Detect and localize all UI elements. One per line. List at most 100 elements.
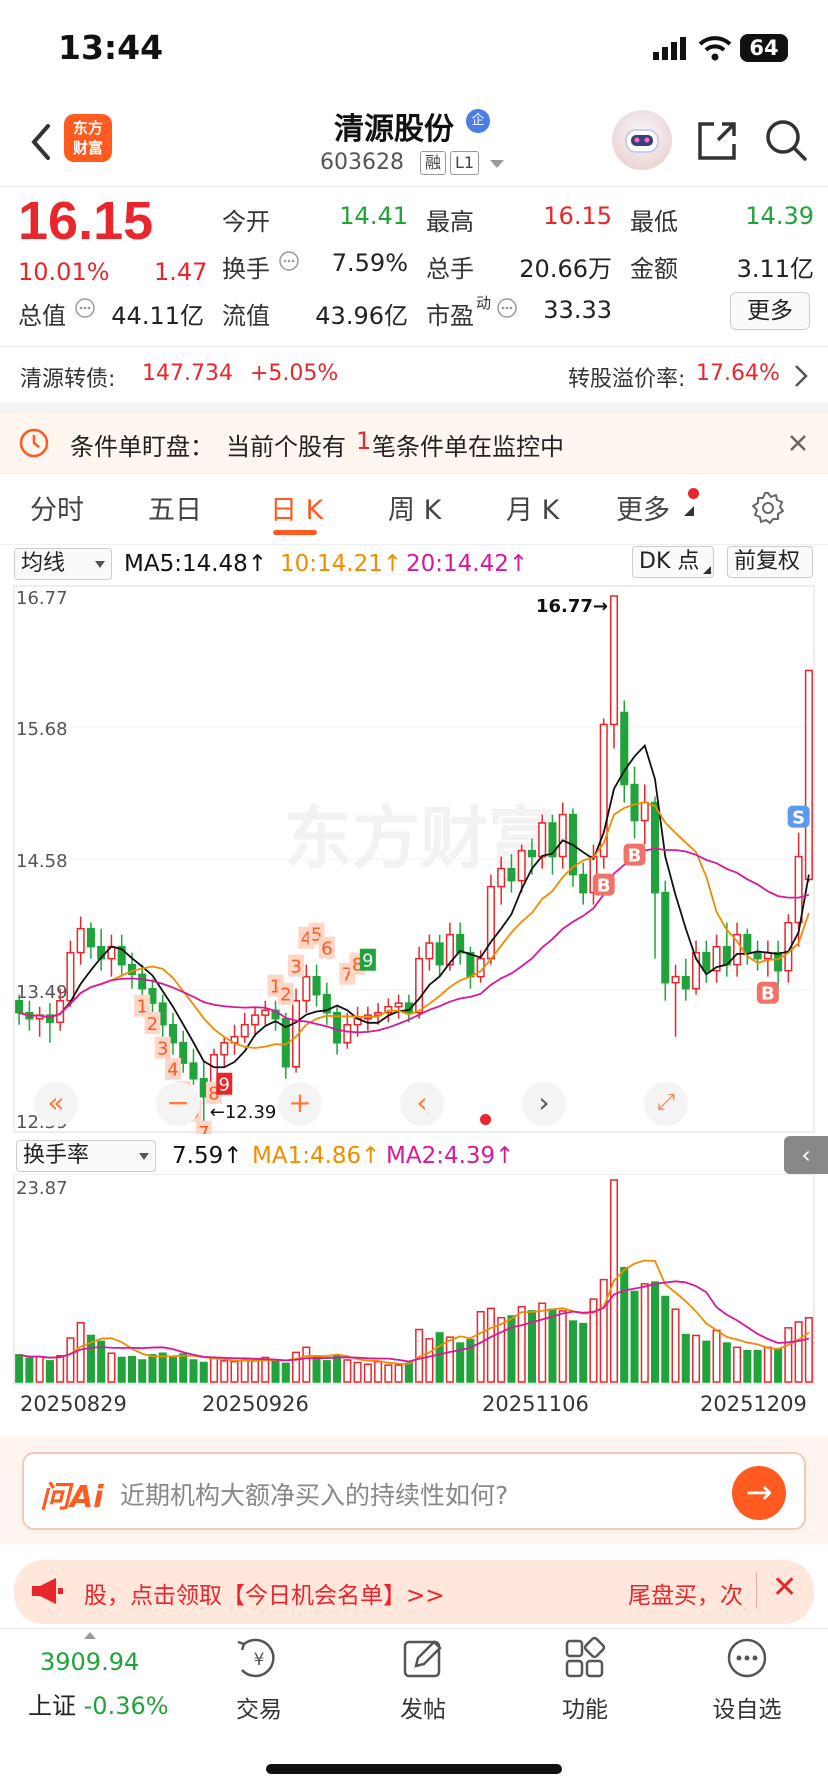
chevron-right-icon — [795, 365, 808, 387]
nav-functions[interactable]: 功能 — [530, 1636, 640, 1724]
candle-body — [774, 951, 783, 972]
candle-body — [609, 595, 619, 726]
tab-weekly-k[interactable]: 周 K — [388, 488, 441, 527]
turnover-bar — [394, 1364, 403, 1383]
turnover-bar — [353, 1361, 362, 1383]
candle-body — [630, 783, 639, 822]
cb-pct: +5.05% — [250, 361, 339, 386]
adjust-price-button[interactable]: 前复权 — [727, 546, 813, 578]
turnover-chart[interactable]: 23.87 — [0, 1174, 828, 1390]
turnover-bar — [404, 1362, 413, 1383]
dropdown-caret-icon[interactable] — [490, 160, 504, 168]
zoom-out-icon[interactable]: − — [156, 1082, 200, 1126]
nav-watchlist[interactable]: 设自选 — [692, 1636, 802, 1724]
promo-text[interactable]: 股，点击领取【今日机会名单】>> — [84, 1576, 445, 1610]
high-label: 最高 — [426, 208, 474, 236]
candle-body — [753, 951, 762, 960]
expand-icon[interactable]: ⤢ — [644, 1082, 688, 1126]
change-amount: 1.47 — [154, 258, 208, 286]
turnover-bar — [630, 1290, 639, 1383]
candle-body — [261, 1009, 270, 1016]
turnover-bar — [384, 1364, 393, 1383]
high-price-marker: 16.77→ — [536, 596, 608, 617]
more-button[interactable]: 更多 — [730, 292, 810, 330]
turnover-bar — [753, 1349, 762, 1383]
app-logo: 东方 财富 — [64, 114, 112, 162]
indicator-select[interactable]: 均线 — [14, 548, 112, 580]
index-value[interactable]: 3909.94 — [40, 1648, 139, 1676]
dropdown-caret-icon — [139, 1153, 149, 1160]
watermark: 东方财富 — [284, 800, 556, 879]
index-name[interactable]: 上证 -0.36% — [28, 1686, 169, 1721]
status-time: 13:44 — [58, 28, 164, 67]
zoom-in-icon[interactable]: + — [278, 1082, 322, 1126]
ai-question[interactable]: 近期机构大额净买入的持续性如何? — [120, 1476, 508, 1512]
previous-icon[interactable]: ‹ — [400, 1082, 444, 1126]
turnover-bar — [168, 1355, 178, 1383]
info-dots-icon[interactable] — [74, 297, 96, 319]
tab-five-day[interactable]: 五日 — [148, 488, 202, 527]
candle-body — [743, 933, 752, 954]
cb-premium-label: 转股溢价率: — [568, 367, 686, 392]
expand-caret-icon[interactable] — [84, 1632, 96, 1639]
candle-body — [435, 942, 444, 966]
candle-body — [138, 973, 147, 990]
current-dot — [480, 1114, 491, 1125]
settings-gear-icon[interactable] — [750, 490, 786, 526]
search-icon[interactable] — [762, 116, 810, 164]
y-axis-label: 14.58 — [16, 851, 68, 872]
back-chevron-icon[interactable] — [22, 118, 62, 166]
volume-value: 20.66万 — [519, 255, 612, 283]
candle-body — [661, 891, 670, 984]
turnover-bar — [333, 1355, 342, 1383]
collapse-panel-icon[interactable]: ‹ — [784, 1136, 828, 1174]
turnover-bar — [692, 1334, 701, 1383]
corner-triangle-icon — [684, 506, 694, 516]
turnover-bar — [25, 1357, 34, 1383]
arrow-right-icon[interactable]: → — [732, 1466, 786, 1520]
candle-body — [220, 1041, 229, 1056]
enterprise-badge: 企 — [466, 109, 490, 133]
turnover-bar — [743, 1349, 752, 1383]
next-icon[interactable]: › — [522, 1082, 566, 1126]
sub-indicator-select[interactable]: 换手率 — [16, 1140, 156, 1172]
period-tabs: 分时 五日 日 K 周 K 月 K 更多 — [0, 474, 828, 544]
wifi-icon — [698, 36, 732, 61]
turnover-bar — [230, 1360, 239, 1383]
convertible-bond-row[interactable]: 清源转债: 147.734 +5.05% 转股溢价率: 17.64% — [0, 347, 828, 403]
low-label: 最低 — [630, 208, 678, 236]
close-icon[interactable] — [788, 433, 808, 453]
rewind-icon[interactable]: « — [34, 1082, 78, 1126]
info-dots-icon[interactable] — [278, 250, 300, 272]
turnover-bar — [240, 1359, 249, 1383]
ai-assistant-avatar[interactable] — [612, 110, 672, 170]
tab-daily-k[interactable]: 日 K — [270, 488, 323, 527]
condition-order-alert[interactable]: 条件单盯盘： 当前个股有 1 笔条件单在监控中 — [0, 413, 828, 473]
candle-body — [302, 975, 311, 1002]
float-cap-label: 流值 — [222, 302, 270, 330]
turnover-bar — [702, 1340, 711, 1383]
candle-body — [804, 669, 813, 881]
turnover-bar — [763, 1346, 772, 1383]
stock-name[interactable]: 清源股份 — [334, 104, 454, 148]
turnover-bar — [35, 1355, 44, 1383]
turnover-bar — [681, 1333, 690, 1383]
nav-trade[interactable]: ¥ 交易 — [204, 1636, 314, 1724]
float-cap-value: 43.96亿 — [315, 302, 408, 330]
tab-intraday[interactable]: 分时 — [30, 488, 84, 527]
tab-more[interactable]: 更多 — [616, 488, 670, 527]
dk-point-button[interactable]: DK 点 — [632, 546, 714, 578]
nav-post[interactable]: 发帖 — [368, 1636, 478, 1724]
notification-dot — [688, 488, 699, 499]
promo-right-text[interactable]: 尾盘买，次 — [628, 1576, 743, 1610]
turnover-bar — [45, 1360, 54, 1383]
battery-indicator: 64 — [740, 34, 788, 62]
kline-chart[interactable]: 东方财富16.7715.6814.5813.4912.3916.77→←12.3… — [0, 582, 828, 1134]
tab-monthly-k[interactable]: 月 K — [506, 488, 559, 527]
status-bar: 13:44 64 — [0, 0, 828, 100]
share-icon[interactable] — [694, 118, 740, 164]
alert-text-a: 当前个股有 — [226, 433, 346, 461]
turnover-bar — [712, 1329, 721, 1383]
megaphone-icon — [32, 1578, 63, 1604]
close-icon[interactable]: ✕ — [772, 1570, 797, 1605]
